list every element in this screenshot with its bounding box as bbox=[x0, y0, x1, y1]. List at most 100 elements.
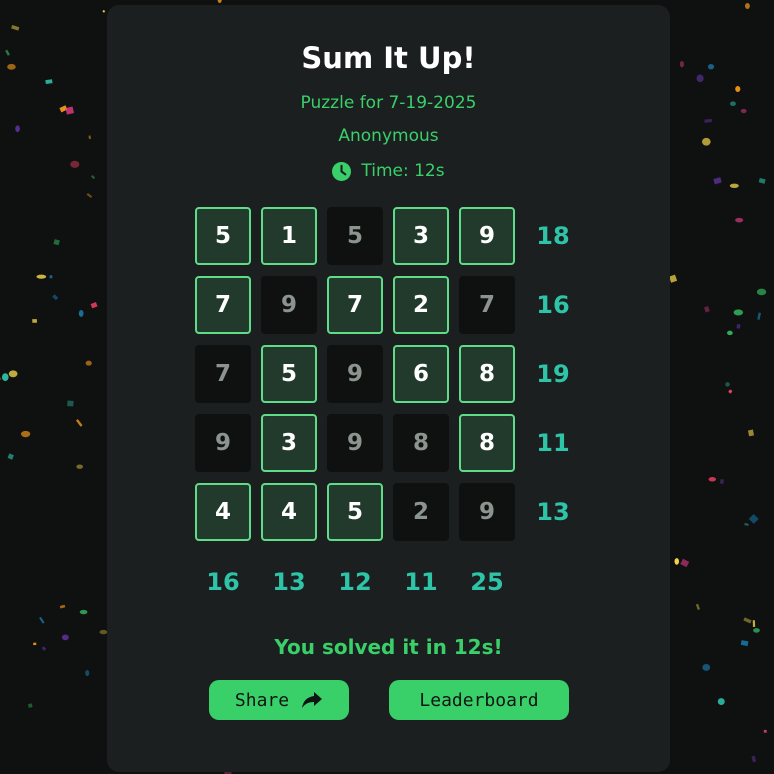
confetti-piece bbox=[90, 302, 98, 309]
confetti-piece bbox=[65, 106, 75, 115]
confetti-piece bbox=[52, 294, 59, 301]
confetti-piece bbox=[85, 360, 92, 366]
confetti-piece bbox=[86, 193, 93, 198]
confetti-piece bbox=[725, 382, 730, 387]
row-target-1: 18 bbox=[536, 222, 570, 250]
row-target-4: 11 bbox=[536, 429, 570, 457]
confetti-piece bbox=[90, 174, 96, 180]
confetti-piece bbox=[729, 183, 739, 188]
grid-cell-r5-c3[interactable]: 5 bbox=[327, 483, 383, 541]
confetti-piece bbox=[756, 288, 767, 296]
confetti-piece bbox=[729, 101, 736, 107]
grid-cell-r3-c4[interactable]: 6 bbox=[393, 345, 449, 403]
grid-cell-r4-c4[interactable]: 8 bbox=[393, 414, 449, 472]
grid-cell-r4-c5[interactable]: 8 bbox=[459, 414, 515, 472]
timer: Time: 12s bbox=[107, 161, 670, 181]
confetti-piece bbox=[85, 669, 90, 677]
confetti-piece bbox=[75, 419, 83, 427]
confetti-piece bbox=[669, 274, 678, 283]
confetti-piece bbox=[751, 755, 757, 763]
timer-label: Time: 12s bbox=[361, 161, 445, 181]
leaderboard-button[interactable]: Leaderboard bbox=[389, 680, 569, 720]
confetti-piece bbox=[32, 319, 37, 323]
confetti-piece bbox=[45, 79, 53, 85]
share-arrow-icon bbox=[302, 692, 323, 708]
confetti-piece bbox=[717, 698, 725, 705]
confetti-piece bbox=[701, 137, 711, 146]
share-button[interactable]: Share bbox=[209, 680, 349, 720]
grid-cell-r4-c3[interactable]: 9 bbox=[327, 414, 383, 472]
row-target-3: 19 bbox=[536, 360, 570, 388]
confetti-piece bbox=[61, 634, 69, 641]
confetti-piece bbox=[719, 479, 724, 484]
confetti-piece bbox=[708, 477, 717, 482]
confetti-piece bbox=[7, 453, 14, 460]
confetti-piece bbox=[39, 616, 45, 624]
confetti-piece bbox=[76, 464, 84, 469]
confetti-piece bbox=[702, 664, 711, 671]
confetti-piece bbox=[743, 617, 752, 624]
grid-cell-r2-c4[interactable]: 2 bbox=[393, 276, 449, 334]
col-target-4: 11 bbox=[404, 568, 438, 596]
grid-cell-r3-c2[interactable]: 5 bbox=[261, 345, 317, 403]
grid-cell-r4-c1[interactable]: 9 bbox=[195, 414, 251, 472]
grid-cell-r3-c1[interactable]: 7 bbox=[195, 345, 251, 403]
grid-cell-r3-c3[interactable]: 9 bbox=[327, 345, 383, 403]
confetti-piece bbox=[41, 646, 47, 651]
confetti-piece bbox=[707, 64, 715, 70]
confetti-piece bbox=[217, 0, 222, 4]
grid-cell-r4-c2[interactable]: 3 bbox=[261, 414, 317, 472]
player-name: Anonymous bbox=[338, 126, 439, 146]
row-target-2: 16 bbox=[536, 291, 570, 319]
confetti-piece bbox=[744, 522, 749, 526]
grid-cell-r3-c5[interactable]: 8 bbox=[459, 345, 515, 403]
confetti-piece bbox=[11, 25, 20, 31]
confetti-piece bbox=[7, 63, 16, 70]
confetti-piece bbox=[36, 274, 47, 279]
solved-message: You solved it in 12s! bbox=[274, 635, 503, 659]
confetti-piece bbox=[735, 85, 741, 93]
confetti-piece bbox=[674, 558, 680, 565]
col-target-1: 16 bbox=[206, 568, 240, 596]
grid-cell-r1-c2[interactable]: 1 bbox=[261, 207, 317, 265]
grid-cell-r1-c5[interactable]: 9 bbox=[459, 207, 515, 265]
confetti-piece bbox=[8, 370, 18, 378]
confetti-piece bbox=[79, 609, 88, 615]
confetti-piece bbox=[704, 118, 712, 123]
col-target-5: 25 bbox=[470, 568, 504, 596]
grid-cell-r2-c5[interactable]: 7 bbox=[459, 276, 515, 334]
confetti-piece bbox=[1, 373, 9, 382]
game-title: Sum It Up! bbox=[301, 41, 476, 75]
confetti-piece bbox=[713, 177, 722, 185]
col-target-2: 13 bbox=[272, 568, 306, 596]
grid-cell-r2-c2[interactable]: 9 bbox=[261, 276, 317, 334]
grid-cell-r2-c1[interactable]: 7 bbox=[195, 276, 251, 334]
confetti-piece bbox=[736, 324, 741, 329]
grid-cell-r5-c2[interactable]: 4 bbox=[261, 483, 317, 541]
game-card: Sum It Up! Puzzle for 7-19-2025 Anonymou… bbox=[107, 5, 670, 772]
grid-cell-r5-c1[interactable]: 4 bbox=[195, 483, 251, 541]
leaderboard-label: Leaderboard bbox=[419, 689, 539, 711]
grid-cell-r2-c3[interactable]: 7 bbox=[327, 276, 383, 334]
grid-cell-r1-c3[interactable]: 5 bbox=[327, 207, 383, 265]
confetti-piece bbox=[20, 430, 31, 438]
grid-cell-r1-c4[interactable]: 3 bbox=[393, 207, 449, 265]
confetti-piece bbox=[726, 330, 733, 336]
confetti-piece bbox=[728, 389, 733, 394]
grid-cell-r5-c4[interactable]: 2 bbox=[393, 483, 449, 541]
confetti-piece bbox=[679, 60, 685, 68]
confetti-piece bbox=[5, 49, 10, 56]
confetti-piece bbox=[735, 217, 744, 223]
confetti-piece bbox=[49, 275, 53, 279]
confetti-piece bbox=[757, 312, 762, 320]
grid-cell-r5-c5[interactable]: 9 bbox=[459, 483, 515, 541]
confetti-piece bbox=[752, 620, 756, 627]
confetti-piece bbox=[744, 3, 750, 9]
col-target-3: 12 bbox=[338, 568, 372, 596]
confetti-piece bbox=[704, 306, 710, 313]
share-label: Share bbox=[234, 689, 290, 711]
confetti-piece bbox=[747, 429, 755, 437]
confetti-piece bbox=[753, 628, 760, 633]
grid-cell-r1-c1[interactable]: 5 bbox=[195, 207, 251, 265]
confetti-piece bbox=[102, 9, 106, 13]
